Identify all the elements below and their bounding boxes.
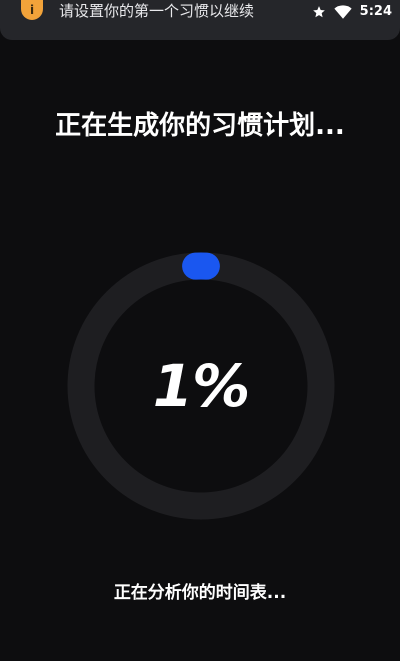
clock: 5:24: [359, 4, 392, 19]
status-icons: 5:24: [312, 2, 392, 22]
info-icon: i: [21, 0, 43, 20]
wifi-icon: [334, 5, 352, 19]
status-bar: i 请设置你的第一个习惯以继续 5:24: [0, 0, 400, 40]
generating-plan-screen: i 请设置你的第一个习惯以继续 5:24 正在生成你的习惯计划... 1% 正在…: [0, 0, 400, 661]
progress-ring: 1%: [66, 251, 336, 521]
progress-percent: 1%: [152, 352, 250, 420]
page-title: 正在生成你的习惯计划...: [55, 111, 345, 141]
status-subtitle: 正在分析你的时间表...: [113, 583, 287, 603]
star-icon: [312, 6, 325, 18]
notification-text[interactable]: 请设置你的第一个习惯以继续: [59, 1, 254, 21]
